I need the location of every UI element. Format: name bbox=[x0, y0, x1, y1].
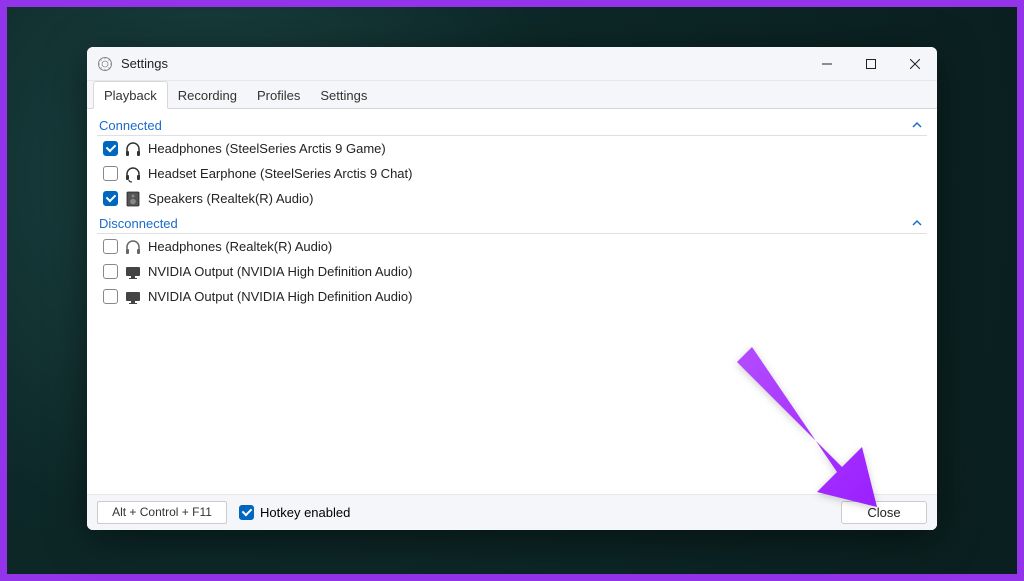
content-area: Connected Headphones (SteelSeries Arctis… bbox=[87, 109, 937, 494]
tab-recording[interactable]: Recording bbox=[168, 82, 247, 108]
speakers-icon bbox=[124, 190, 142, 208]
minimize-button[interactable] bbox=[805, 47, 849, 81]
close-window-button[interactable] bbox=[893, 47, 937, 81]
device-label: Speakers (Realtek(R) Audio) bbox=[148, 191, 313, 206]
hotkey-input[interactable]: Alt + Control + F11 bbox=[97, 501, 227, 524]
maximize-icon bbox=[866, 59, 876, 69]
tab-playback[interactable]: Playback bbox=[93, 81, 168, 109]
device-row[interactable]: Speakers (Realtek(R) Audio) bbox=[97, 186, 927, 211]
titlebar[interactable]: Settings bbox=[87, 47, 937, 81]
device-row[interactable]: Headset Earphone (SteelSeries Arctis 9 C… bbox=[97, 161, 927, 186]
close-icon bbox=[910, 59, 920, 69]
footer: Alt + Control + F11 Hotkey enabled Close bbox=[87, 494, 937, 530]
device-label: Headset Earphone (SteelSeries Arctis 9 C… bbox=[148, 166, 412, 181]
device-label: Headphones (Realtek(R) Audio) bbox=[148, 239, 332, 254]
section-connected-header[interactable]: Connected bbox=[97, 113, 927, 136]
device-checkbox[interactable] bbox=[103, 141, 118, 156]
device-row[interactable]: NVIDIA Output (NVIDIA High Definition Au… bbox=[97, 284, 927, 309]
hotkey-enabled-checkbox[interactable] bbox=[239, 505, 254, 520]
maximize-button[interactable] bbox=[849, 47, 893, 81]
device-checkbox[interactable] bbox=[103, 191, 118, 206]
tab-settings[interactable]: Settings bbox=[310, 82, 377, 108]
device-label: NVIDIA Output (NVIDIA High Definition Au… bbox=[148, 289, 412, 304]
device-row[interactable]: NVIDIA Output (NVIDIA High Definition Au… bbox=[97, 259, 927, 284]
window-controls bbox=[805, 47, 937, 81]
chevron-up-icon bbox=[909, 117, 925, 133]
headphones-icon bbox=[124, 238, 142, 256]
app-icon bbox=[97, 56, 113, 72]
section-disconnected-header[interactable]: Disconnected bbox=[97, 211, 927, 234]
chevron-up-icon bbox=[909, 215, 925, 231]
hotkey-enable-group: Hotkey enabled bbox=[239, 505, 350, 520]
device-checkbox[interactable] bbox=[103, 289, 118, 304]
window-title: Settings bbox=[121, 56, 168, 71]
close-button[interactable]: Close bbox=[841, 501, 927, 524]
device-label: Headphones (SteelSeries Arctis 9 Game) bbox=[148, 141, 386, 156]
device-row[interactable]: Headphones (SteelSeries Arctis 9 Game) bbox=[97, 136, 927, 161]
device-label: NVIDIA Output (NVIDIA High Definition Au… bbox=[148, 264, 412, 279]
minimize-icon bbox=[822, 59, 832, 69]
device-checkbox[interactable] bbox=[103, 239, 118, 254]
tab-profiles[interactable]: Profiles bbox=[247, 82, 310, 108]
device-checkbox[interactable] bbox=[103, 264, 118, 279]
tabs-bar: Playback Recording Profiles Settings bbox=[87, 81, 937, 109]
monitor-icon bbox=[124, 288, 142, 306]
device-row[interactable]: Headphones (Realtek(R) Audio) bbox=[97, 234, 927, 259]
device-checkbox[interactable] bbox=[103, 166, 118, 181]
monitor-icon bbox=[124, 263, 142, 281]
headset-icon bbox=[124, 165, 142, 183]
section-disconnected-title: Disconnected bbox=[99, 216, 178, 231]
section-connected-title: Connected bbox=[99, 118, 162, 133]
hotkey-enabled-label: Hotkey enabled bbox=[260, 505, 350, 520]
headphones-icon bbox=[124, 140, 142, 158]
settings-window: Settings Playback Recording Profiles Set… bbox=[87, 47, 937, 530]
